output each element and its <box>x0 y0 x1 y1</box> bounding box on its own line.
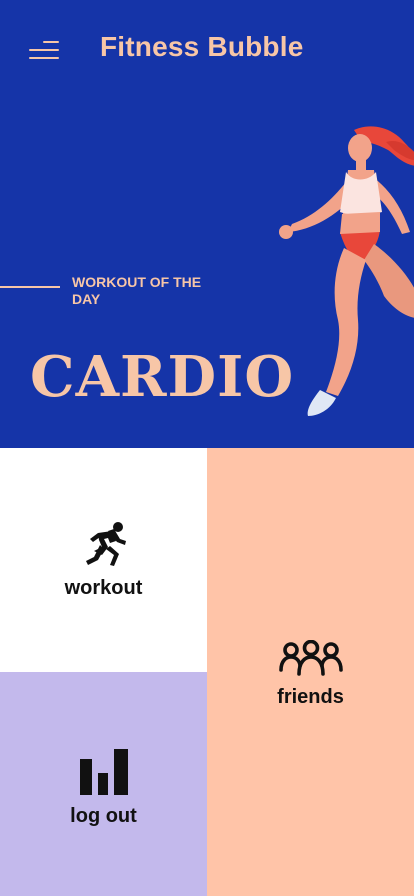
running-person-icon <box>85 521 126 566</box>
app-title: Fitness Bubble <box>100 31 304 62</box>
workout-title: CARDIO <box>30 344 295 410</box>
group-people-icon <box>278 639 343 676</box>
workout-tile[interactable]: workout <box>0 448 207 672</box>
workout-of-day-label: WORKOUT OF THE DAY <box>72 274 202 307</box>
runner-illustration <box>279 126 414 416</box>
hero-section: Fitness Bubble WORKOUT OF THE DAY CARDIO <box>0 0 414 448</box>
friends-tile[interactable]: friends <box>207 448 414 896</box>
workout-of-day-divider <box>0 286 60 288</box>
workout-label: workout <box>64 576 143 599</box>
logout-tile[interactable]: log out <box>0 672 207 896</box>
logout-label: log out <box>70 804 137 827</box>
hamburger-menu-icon[interactable] <box>29 40 61 62</box>
friends-label: friends <box>277 685 344 708</box>
bar-chart-icon <box>79 748 128 795</box>
